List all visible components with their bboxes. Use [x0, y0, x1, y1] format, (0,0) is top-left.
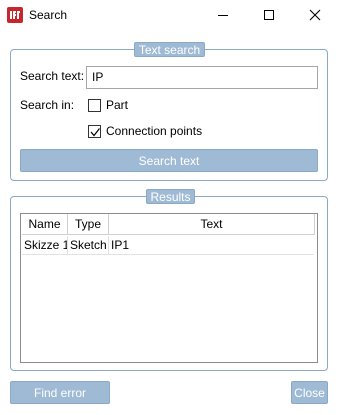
minimize-icon [218, 15, 228, 16]
close-icon [309, 9, 321, 21]
cell-type: Sketch [68, 236, 109, 254]
column-header-name[interactable]: Name [22, 214, 68, 235]
cell-name: Skizze 1 [24, 236, 68, 254]
text-search-group-title: Text search [134, 42, 205, 57]
window-title: Search [29, 8, 68, 22]
close-window-button[interactable] [292, 0, 338, 30]
maximize-button[interactable] [246, 0, 292, 30]
table-row[interactable]: Skizze 1 Sketch IP1 [22, 236, 314, 255]
minimize-button[interactable] [200, 0, 246, 30]
search-text-button[interactable]: Search text [20, 149, 318, 172]
column-header-type[interactable]: Type [68, 214, 109, 235]
checkmark-icon [90, 128, 100, 137]
title-bar: Search [0, 0, 338, 30]
search-text-input[interactable]: IP [86, 66, 318, 89]
cell-text: IP1 [111, 238, 130, 252]
close-button[interactable]: Close [291, 381, 328, 404]
part-checkbox-label[interactable]: Part [106, 98, 128, 112]
results-table[interactable]: Name Type Text Skizze 1 Sketch IP1 [20, 213, 318, 363]
app-logo-icon [7, 7, 23, 23]
search-in-label: Search in: [20, 98, 75, 112]
maximize-icon [264, 10, 274, 20]
find-error-button[interactable]: Find error [10, 381, 110, 404]
connection-points-checkbox-label[interactable]: Connection points [106, 124, 202, 138]
results-group-title: Results [146, 189, 195, 204]
column-header-text[interactable]: Text [109, 214, 315, 235]
part-checkbox[interactable] [88, 99, 101, 112]
connection-points-checkbox[interactable] [88, 125, 101, 138]
search-text-label: Search text: [20, 69, 85, 83]
